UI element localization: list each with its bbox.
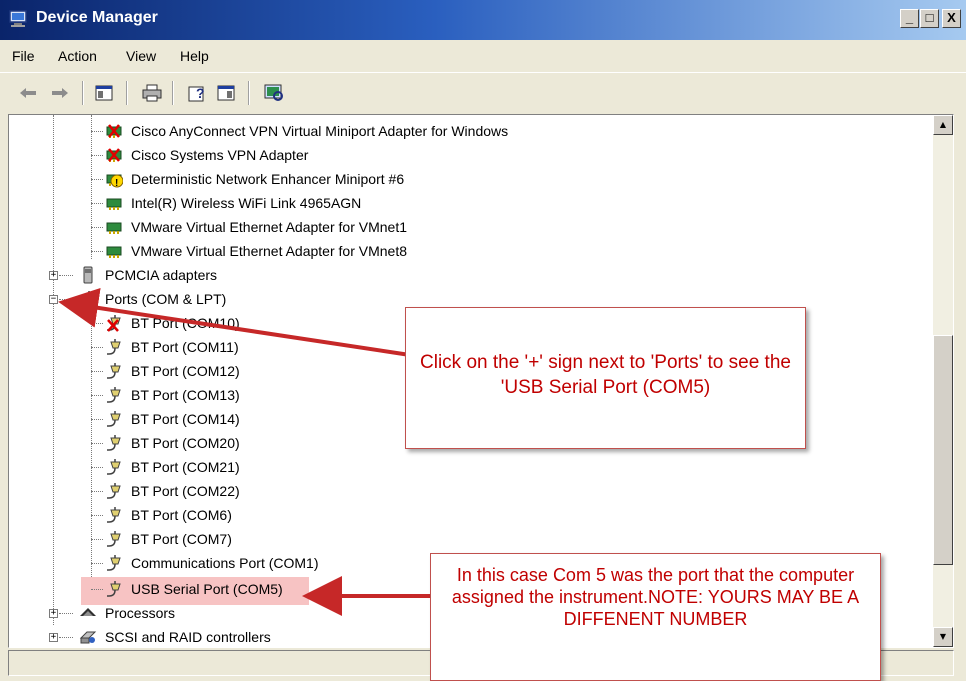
tree-item-label: Cisco AnyConnect VPN Virtual Miniport Ad… [131, 123, 509, 139]
tree-item[interactable]: BT Port (COM6) [9, 503, 909, 527]
tree-item-label: BT Port (COM21) [131, 459, 240, 475]
port-connector-icon [107, 581, 121, 597]
expand-toggle[interactable]: + [49, 633, 58, 642]
scsi-controller-icon [79, 631, 97, 644]
tree-item-label: VMware Virtual Ethernet Adapter for VMne… [131, 243, 407, 259]
tree-item[interactable]: Cisco Systems VPN Adapter [9, 143, 909, 167]
tree-item-label: SCSI and RAID controllers [105, 629, 271, 645]
tree-item-label: BT Port (COM20) [131, 435, 240, 451]
tree-item[interactable]: VMware Virtual Ethernet Adapter for VMne… [9, 215, 909, 239]
toolbar-separator [172, 81, 174, 105]
menu-view[interactable]: View [126, 48, 156, 64]
port-connector-icon [107, 411, 121, 427]
tree-item-label: Deterministic Network Enhancer Miniport … [131, 171, 405, 187]
processor-icon [80, 608, 96, 616]
vertical-scrollbar[interactable]: ▲ ▼ [933, 115, 953, 647]
show-hide-console-tree-icon[interactable] [92, 81, 116, 105]
tree-item-label: PCMCIA adapters [105, 267, 218, 283]
tree-item-label: Intel(R) Wireless WiFi Link 4965AGN [131, 195, 362, 211]
network-adapter-disabled-icon [106, 124, 122, 138]
scan-hardware-icon[interactable] [262, 81, 286, 105]
print-icon[interactable] [140, 81, 164, 105]
toolbar-separator [126, 81, 128, 105]
close-button[interactable]: X [942, 9, 961, 28]
port-connector-icon [107, 507, 121, 523]
port-connector-icon [107, 483, 121, 499]
scroll-up-button[interactable]: ▲ [933, 115, 953, 135]
tree-item-label: USB Serial Port (COM5) [131, 581, 283, 597]
properties-icon[interactable] [214, 81, 238, 105]
tree-item[interactable]: ! Deterministic Network Enhancer Minipor… [9, 167, 909, 191]
network-adapter-icon [106, 246, 122, 258]
network-adapter-warning-icon: ! [106, 174, 123, 188]
scroll-thumb[interactable] [933, 335, 953, 565]
scroll-down-button[interactable]: ▼ [933, 627, 953, 647]
computer-icon [9, 10, 27, 27]
tree-item-label: BT Port (COM6) [131, 507, 232, 523]
tree-item-label: BT Port (COM14) [131, 411, 240, 427]
tree-item-label: BT Port (COM12) [131, 363, 240, 379]
toolbar-separator [248, 81, 250, 105]
tree-item-label: Cisco Systems VPN Adapter [131, 147, 309, 163]
port-connector-icon [107, 339, 121, 355]
network-adapter-disabled-icon [106, 148, 122, 162]
maximize-button[interactable]: □ [920, 9, 939, 28]
pcmcia-card-icon [83, 266, 93, 284]
tree-item[interactable]: BT Port (COM22) [9, 479, 909, 503]
tree-category-pcmcia[interactable]: + PCMCIA adapters [9, 263, 909, 287]
port-connector-icon [107, 363, 121, 379]
tree-item-label: BT Port (COM22) [131, 483, 240, 499]
tree-item[interactable]: BT Port (COM21) [9, 455, 909, 479]
svg-text:?: ? [196, 85, 205, 101]
window-title: Device Manager [36, 9, 158, 26]
menu-help[interactable]: Help [180, 48, 209, 64]
port-connector-icon [107, 531, 121, 547]
menu-bar: File Action View Help [0, 40, 966, 72]
network-adapter-icon [106, 222, 122, 234]
expand-toggle[interactable]: + [49, 609, 58, 618]
tree-item[interactable]: BT Port (COM7) [9, 527, 909, 551]
port-disabled-icon [107, 315, 121, 332]
forward-icon[interactable] [48, 81, 72, 105]
toolbar: ? [0, 72, 966, 113]
tree-item[interactable]: Intel(R) Wireless WiFi Link 4965AGN [9, 191, 909, 215]
tree-item-label: Communications Port (COM1) [131, 555, 319, 571]
port-connector-icon [107, 459, 121, 475]
collapse-toggle[interactable]: − [49, 295, 58, 304]
menu-action[interactable]: Action [58, 48, 97, 64]
tree-item-label: Ports (COM & LPT) [105, 291, 227, 307]
tree-item[interactable]: VMware Virtual Ethernet Adapter for VMne… [9, 239, 909, 263]
svg-text:!: ! [115, 178, 118, 188]
port-connector-icon [107, 555, 121, 571]
callout-ports-hint: Click on the '+' sign next to 'Ports' to… [405, 307, 806, 449]
tree-item-label: BT Port (COM10) [131, 315, 240, 331]
tree-item-label: BT Port (COM11) [131, 339, 239, 355]
toolbar-separator [82, 81, 84, 105]
tree-item-label: BT Port (COM7) [131, 531, 232, 547]
tree-item-label: VMware Virtual Ethernet Adapter for VMne… [131, 219, 407, 235]
tree-item-label: BT Port (COM13) [131, 387, 240, 403]
tree-item[interactable]: Cisco AnyConnect VPN Virtual Miniport Ad… [9, 119, 909, 143]
callout-com5-note: In this case Com 5 was the port that the… [430, 553, 881, 681]
expand-toggle[interactable]: + [49, 271, 58, 280]
menu-file[interactable]: File [12, 48, 35, 64]
help-icon[interactable]: ? [186, 81, 210, 105]
tree-item-label: Processors [105, 605, 176, 621]
network-adapter-icon [106, 198, 122, 210]
port-connector-icon [81, 291, 95, 307]
minimize-button[interactable]: _ [900, 9, 919, 28]
back-icon[interactable] [16, 81, 40, 105]
title-bar[interactable]: Device Manager _ □ X [0, 0, 966, 40]
port-connector-icon [107, 435, 121, 451]
port-connector-icon [107, 387, 121, 403]
